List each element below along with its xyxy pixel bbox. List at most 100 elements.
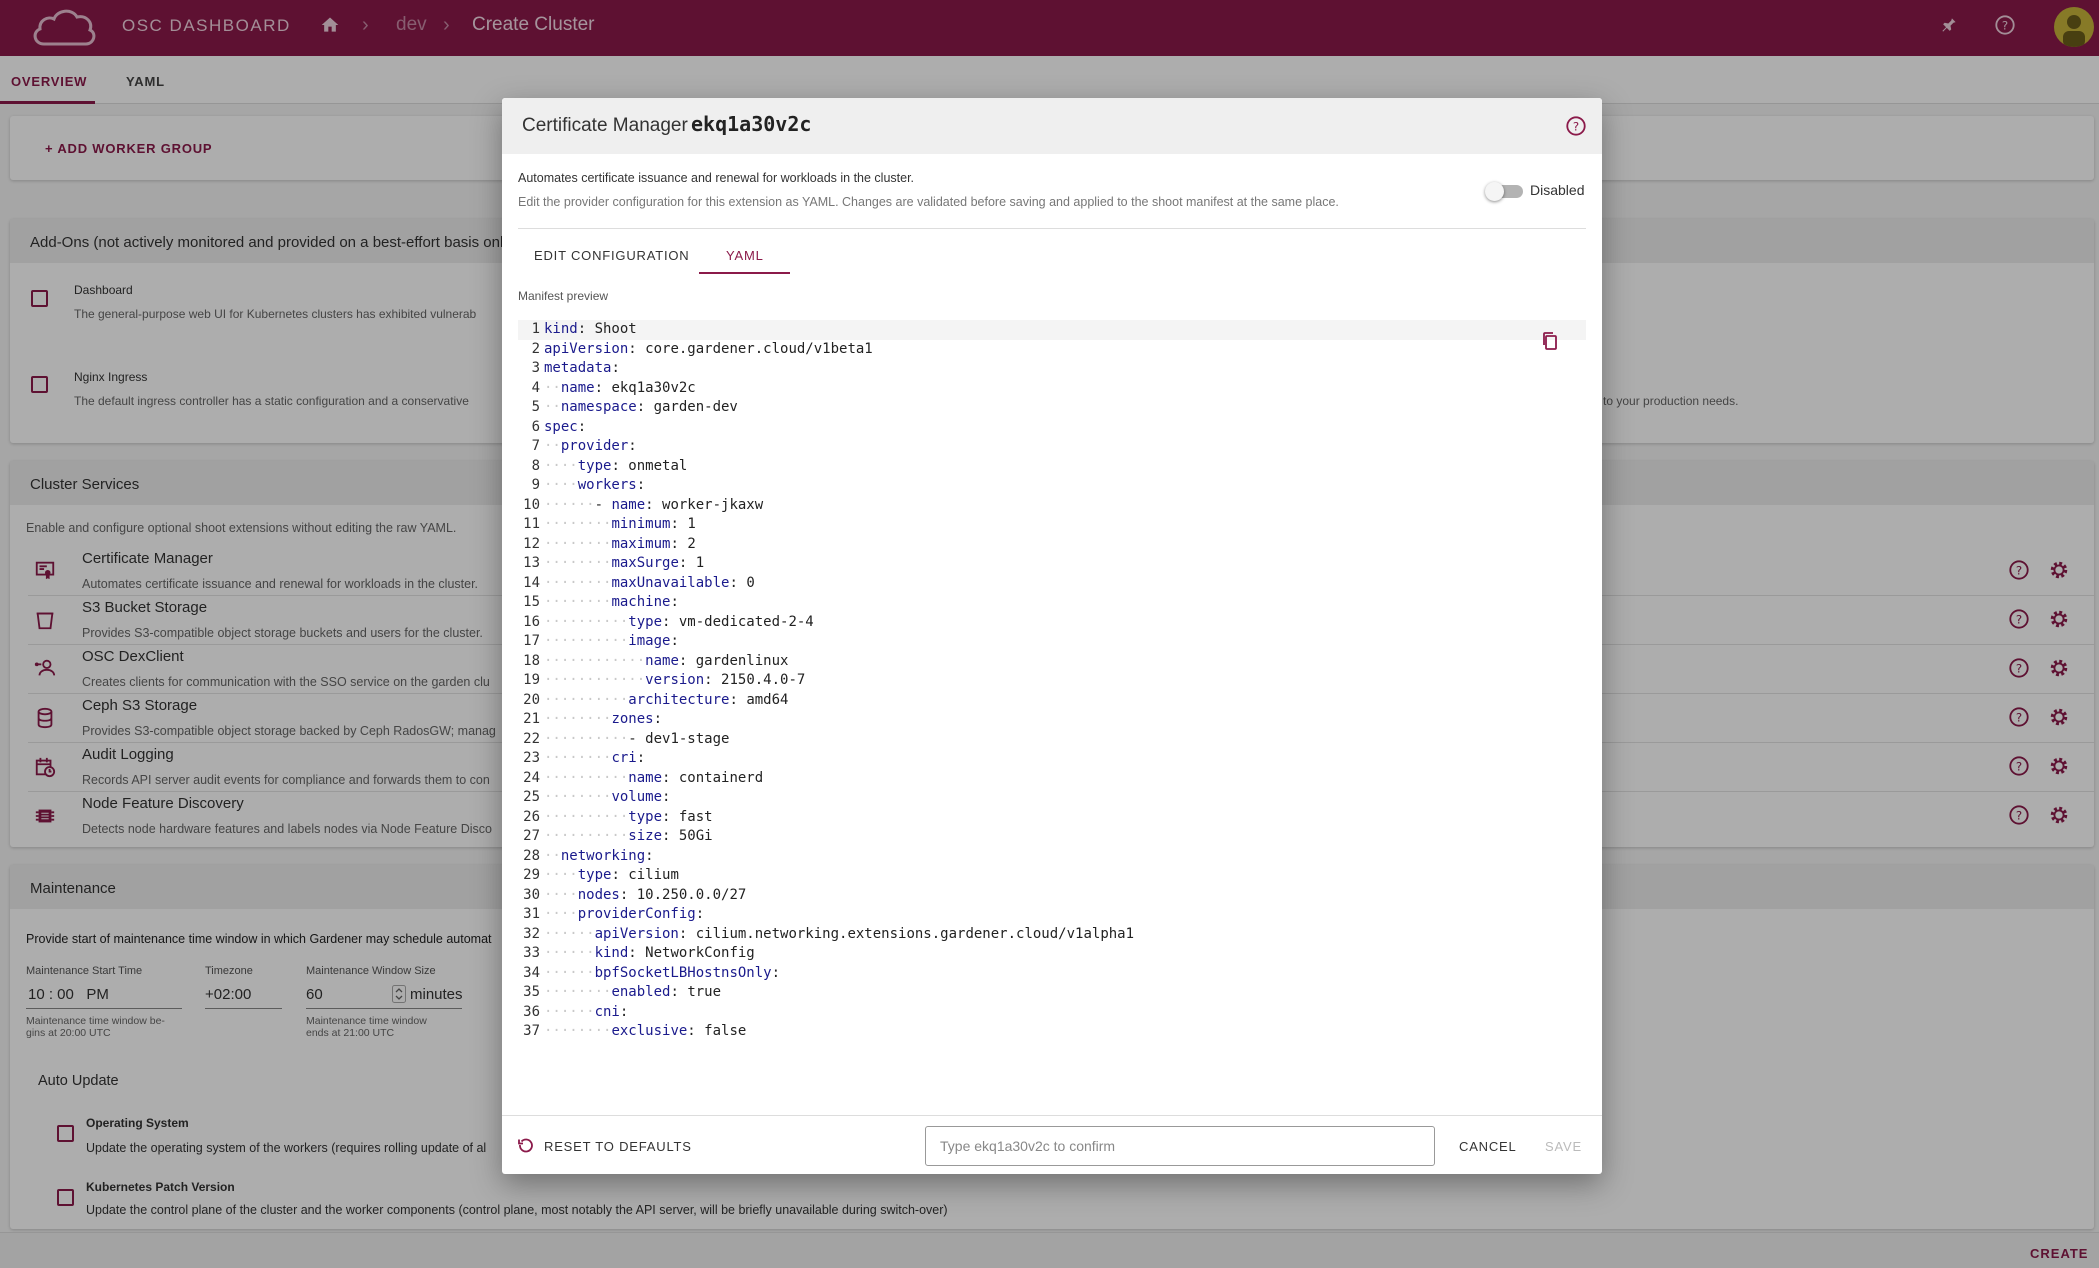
- yaml-line: 20 ··········architecture: amd64: [518, 691, 1586, 711]
- yaml-line: 17 ··········image:: [518, 632, 1586, 652]
- yaml-code: ··········name: containerd: [544, 769, 764, 786]
- help-icon[interactable]: ?: [1565, 115, 1587, 137]
- line-number: 7: [531, 438, 540, 454]
- yaml-code: ········cri:: [544, 750, 646, 766]
- yaml-line: 4 ··name: ekq1a30v2c: [518, 379, 1586, 399]
- yaml-line: 3 metadata:: [518, 359, 1586, 379]
- yaml-line: 31 ····providerConfig:: [518, 905, 1586, 925]
- line-number: 10: [523, 496, 540, 513]
- line-number: 31: [523, 906, 540, 922]
- line-number: 36: [523, 1003, 540, 1020]
- yaml-line: 19 ············version: 2150.4.0-7: [518, 671, 1586, 691]
- yaml-code: ··········type: fast: [544, 808, 713, 825]
- yaml-code: ··namespace: garden-dev: [544, 399, 738, 415]
- line-number: 30: [523, 886, 540, 903]
- yaml-line: 8 ····type: onmetal: [518, 457, 1586, 477]
- yaml-line: 33 ······kind: NetworkConfig: [518, 944, 1586, 964]
- yaml-code: ········volume:: [544, 789, 671, 805]
- line-number: 6: [531, 418, 540, 435]
- divider: [502, 1115, 1602, 1116]
- yaml-code: ········enabled: true: [544, 984, 722, 1000]
- line-number: 24: [523, 769, 540, 786]
- yaml-line: 6 spec:: [518, 418, 1586, 438]
- dialog-title: Certificate Manager: [522, 115, 688, 136]
- yaml-code: ········maxSurge: 1: [544, 555, 705, 571]
- line-number: 22: [523, 730, 540, 747]
- line-number: 13: [523, 555, 540, 571]
- yaml-line: 21 ········zones:: [518, 710, 1586, 730]
- line-number: 32: [523, 925, 540, 942]
- yaml-code: apiVersion: core.gardener.cloud/v1beta1: [544, 340, 873, 357]
- reset-to-defaults-button[interactable]: RESET TO DEFAULTS: [544, 1139, 692, 1154]
- yaml-code: ········minimum: 1: [544, 516, 696, 532]
- toggle-thumb: [1485, 182, 1504, 201]
- line-number: 21: [523, 711, 540, 727]
- yaml-code: ····workers:: [544, 477, 646, 493]
- manifest-preview-label: Manifest preview: [518, 289, 609, 303]
- yaml-code: ········maximum: 2: [544, 535, 696, 552]
- line-number: 34: [523, 964, 540, 981]
- yaml-line: 27 ··········size: 50Gi: [518, 827, 1586, 847]
- line-number: 20: [523, 691, 540, 708]
- line-number: 1: [531, 321, 540, 337]
- yaml-line: 37 ········exclusive: false: [518, 1022, 1586, 1035]
- line-number: 4: [531, 379, 540, 396]
- line-number: 8: [531, 457, 540, 474]
- yaml-code: ····nodes: 10.250.0.0/27: [544, 886, 747, 903]
- dialog-cluster-id: ekq1a30v2c: [691, 112, 812, 136]
- line-number: 33: [523, 945, 540, 961]
- yaml-code: ······- name: worker-jkaxw: [544, 496, 764, 513]
- divider: [518, 228, 1586, 229]
- yaml-line: 11 ········minimum: 1: [518, 515, 1586, 535]
- yaml-line: 30 ····nodes: 10.250.0.0/27: [518, 886, 1586, 906]
- line-number: 3: [531, 360, 540, 376]
- line-number: 25: [523, 789, 540, 805]
- yaml-code: spec:: [544, 418, 587, 435]
- line-number: 12: [523, 535, 540, 552]
- yaml-code: ··········size: 50Gi: [544, 828, 713, 844]
- toggle-label: Disabled: [1530, 182, 1585, 198]
- save-button[interactable]: SAVE: [1545, 1139, 1582, 1154]
- yaml-line: 23 ········cri:: [518, 749, 1586, 769]
- enable-toggle[interactable]: [1485, 182, 1523, 201]
- line-number: 9: [531, 477, 540, 493]
- yaml-line: 2 apiVersion: core.gardener.cloud/v1beta1: [518, 340, 1586, 360]
- line-number: 23: [523, 750, 540, 766]
- line-number: 28: [523, 847, 540, 864]
- yaml-line: 12 ········maximum: 2: [518, 535, 1586, 555]
- yaml-line: 1 kind: Shoot: [518, 320, 1586, 340]
- line-number: 26: [523, 808, 540, 825]
- yaml-code: ··provider:: [544, 438, 637, 454]
- yaml-line: 13 ········maxSurge: 1: [518, 554, 1586, 574]
- active-tab-indicator: [699, 272, 790, 274]
- yaml-code: ············version: 2150.4.0-7: [544, 672, 806, 688]
- line-number: 19: [523, 672, 540, 688]
- yaml-line: 18 ············name: gardenlinux: [518, 652, 1586, 672]
- yaml-line: 29 ····type: cilium: [518, 866, 1586, 886]
- line-number: 15: [523, 594, 540, 610]
- line-number: 37: [523, 1023, 540, 1035]
- yaml-code: ····type: onmetal: [544, 457, 688, 474]
- cancel-button[interactable]: CANCEL: [1459, 1139, 1517, 1154]
- tab-yaml[interactable]: YAML: [726, 248, 764, 263]
- yaml-line: 35 ········enabled: true: [518, 983, 1586, 1003]
- line-number: 18: [523, 652, 540, 669]
- yaml-editor[interactable]: 1 kind: Shoot 2 apiVersion: core.gardener.c…: [518, 318, 1586, 1035]
- line-number: 17: [523, 633, 540, 649]
- line-number: 29: [523, 867, 540, 883]
- yaml-line: 26 ··········type: fast: [518, 808, 1586, 828]
- certificate-manager-dialog: Certificate Manager ekq1a30v2c ? Automat…: [502, 98, 1602, 1174]
- reset-icon: [518, 1138, 533, 1153]
- line-number: 16: [523, 613, 540, 630]
- line-number: 2: [531, 340, 540, 357]
- dialog-description: Automates certificate issuance and renew…: [518, 171, 915, 185]
- confirm-input[interactable]: [925, 1126, 1435, 1166]
- yaml-code: ······cni:: [544, 1003, 629, 1020]
- yaml-code: ··········image:: [544, 633, 679, 649]
- yaml-line: 5 ··namespace: garden-dev: [518, 398, 1586, 418]
- yaml-line: 15 ········machine:: [518, 593, 1586, 613]
- tab-edit-configuration[interactable]: EDIT CONFIGURATION: [534, 248, 689, 263]
- yaml-line: 24 ··········name: containerd: [518, 769, 1586, 789]
- yaml-line: 22 ··········- dev1-stage: [518, 730, 1586, 750]
- copy-icon[interactable]: [1541, 331, 1559, 351]
